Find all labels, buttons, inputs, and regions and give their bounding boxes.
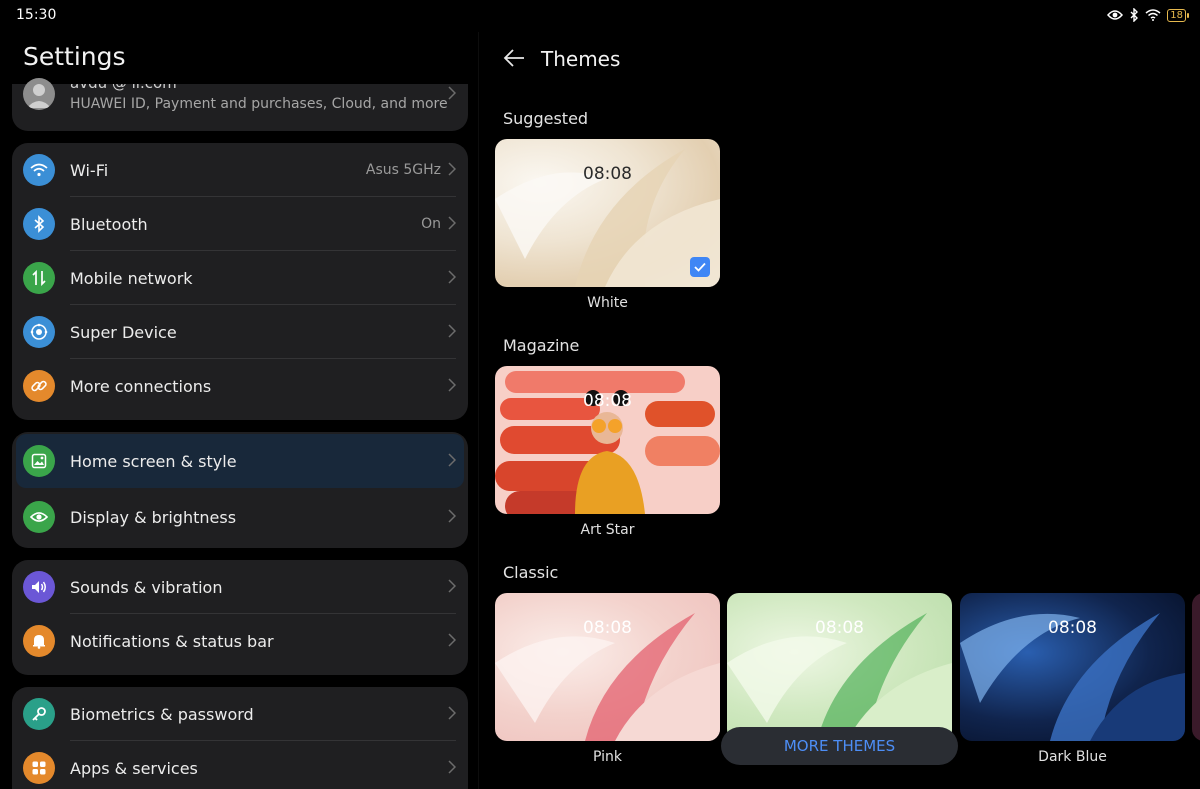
section-suggested: Suggested [503, 109, 589, 128]
wallpaper-green [727, 613, 952, 741]
bluetooth-icon [23, 208, 55, 240]
settings-panel: Settings avdu @ il.com HUAWEI ID, Paymen… [0, 32, 478, 789]
apps-icon [23, 752, 55, 784]
chevron-right-icon [448, 579, 456, 593]
account-card[interactable]: avdu @ il.com HUAWEI ID, Payment and pur… [12, 78, 468, 131]
wallpaper-white [495, 149, 720, 287]
status-time: 15:30 [16, 7, 57, 23]
settings-item-value: On [421, 216, 441, 232]
battery-indicator: 18 [1167, 8, 1189, 22]
theme-card-partial[interactable] [1192, 593, 1200, 741]
speaker-icon [23, 571, 55, 603]
settings-item-wifi[interactable]: Wi-Fi Asus 5GHz [12, 143, 468, 197]
themes-panel: Themes Suggested 08:08 White Magazine 08… [479, 32, 1200, 789]
chevron-right-icon [448, 760, 456, 774]
theme-clock: 08:08 [815, 618, 864, 638]
eye-comfort-icon [1107, 10, 1124, 20]
avatar [23, 78, 55, 110]
chevron-right-icon [448, 86, 456, 100]
theme-name-dark-blue: Dark Blue [1038, 749, 1107, 765]
settings-item-label: Mobile network [70, 268, 193, 288]
theme-card-dark-blue[interactable]: 08:08 [960, 593, 1185, 741]
security-card: Biometrics & password Apps & services [12, 687, 468, 789]
settings-item-label: Bluetooth [70, 214, 148, 234]
settings-item-biometrics[interactable]: Biometrics & password [12, 687, 468, 741]
bell-icon [23, 625, 55, 657]
account-subtitle: HUAWEI ID, Payment and purchases, Cloud,… [70, 96, 448, 112]
wifi-status-icon [1145, 9, 1161, 21]
chevron-right-icon [448, 216, 456, 230]
theme-clock: 08:08 [583, 618, 632, 638]
chevron-right-icon [448, 378, 456, 392]
chevron-right-icon [448, 324, 456, 338]
link-icon [23, 370, 55, 402]
chevron-right-icon [448, 633, 456, 647]
wifi-icon [23, 154, 55, 186]
theme-clock: 08:08 [583, 164, 632, 184]
wallpaper-art-star [495, 371, 720, 514]
settings-item-home-screen[interactable]: Home screen & style [16, 434, 464, 488]
settings-item-label: Notifications & status bar [70, 631, 274, 651]
more-themes-button[interactable]: MORE THEMES [721, 727, 958, 765]
settings-item-display[interactable]: Display & brightness [12, 490, 468, 544]
settings-item-label: Sounds & vibration [70, 577, 223, 597]
settings-item-label: Home screen & style [70, 451, 237, 471]
settings-item-label: Wi-Fi [70, 160, 109, 180]
super-device-icon [23, 316, 55, 348]
theme-name-white: White [587, 295, 628, 311]
settings-item-apps[interactable]: Apps & services [12, 741, 468, 789]
settings-item-notifications[interactable]: Notifications & status bar [12, 614, 468, 668]
user-avatar-icon [27, 84, 51, 108]
sound-card: Sounds & vibration Notifications & statu… [12, 560, 468, 675]
chevron-right-icon [448, 453, 456, 467]
image-icon [23, 445, 55, 477]
selected-check-icon [690, 257, 710, 277]
settings-item-bluetooth[interactable]: Bluetooth On [12, 197, 468, 251]
section-classic: Classic [503, 563, 559, 582]
settings-item-label: Apps & services [70, 758, 198, 778]
section-magazine: Magazine [503, 336, 580, 355]
settings-item-sounds[interactable]: Sounds & vibration [12, 560, 468, 614]
account-email: avdu @ il.com [70, 74, 177, 92]
page-title: Settings [23, 42, 126, 71]
settings-item-value: Asus 5GHz [365, 162, 441, 178]
theme-card-pink[interactable]: 08:08 [495, 593, 720, 741]
theme-card-green[interactable]: 08:08 [727, 593, 952, 741]
settings-item-label: More connections [70, 376, 212, 396]
chevron-right-icon [448, 270, 456, 284]
chevron-right-icon [448, 162, 456, 176]
display-card: Home screen & style Display & brightness [12, 432, 468, 548]
settings-item-label: Display & brightness [70, 507, 237, 527]
settings-item-label: Biometrics & password [70, 704, 254, 724]
settings-item-label: Super Device [70, 322, 177, 342]
status-icons: 18 [1107, 8, 1189, 22]
themes-title: Themes [541, 47, 621, 71]
theme-name-pink: Pink [592, 749, 622, 765]
theme-clock: 08:08 [583, 391, 632, 411]
mobile-network-icon [23, 262, 55, 294]
theme-name-art-star: Art Star [580, 522, 635, 538]
settings-item-mobile-network[interactable]: Mobile network [12, 251, 468, 305]
status-bar: 15:30 18 [0, 0, 1200, 32]
eye-icon [23, 501, 55, 533]
settings-item-super-device[interactable]: Super Device [12, 305, 468, 359]
chevron-right-icon [448, 509, 456, 523]
key-icon [23, 698, 55, 730]
wallpaper-pink [495, 613, 720, 741]
back-arrow-icon[interactable] [503, 48, 525, 68]
chevron-right-icon [448, 706, 456, 720]
connections-card: Wi-Fi Asus 5GHz Bluetooth On Mobile netw… [12, 143, 468, 420]
bluetooth-status-icon [1130, 8, 1139, 22]
theme-card-white[interactable]: 08:08 [495, 139, 720, 287]
theme-card-art-star[interactable]: 08:08 [495, 366, 720, 514]
theme-clock: 08:08 [1048, 618, 1097, 638]
wallpaper-dark-blue [960, 613, 1185, 741]
settings-item-more-connections[interactable]: More connections [12, 359, 468, 413]
